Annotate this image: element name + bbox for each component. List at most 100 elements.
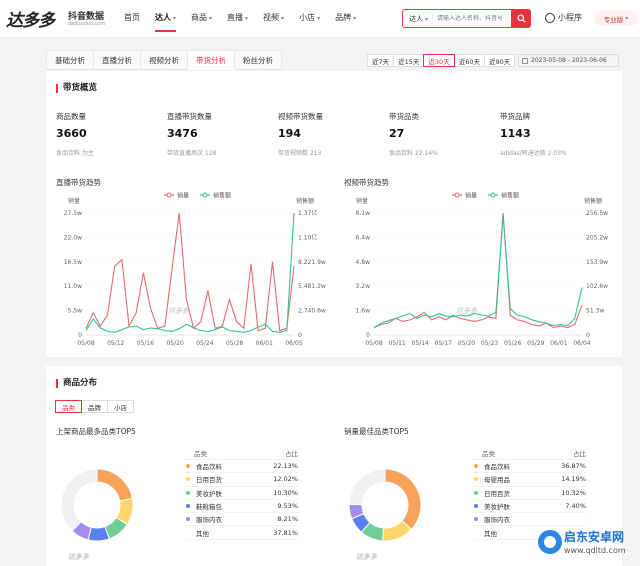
- overview-stat: 带货品类 27 食品饮料 22.14%: [389, 111, 499, 157]
- legend-dot-icon: [186, 504, 190, 509]
- y-tick-right: 8,221.9w: [298, 259, 326, 266]
- analysis-tab[interactable]: 粉丝分析: [235, 50, 282, 70]
- x-tick: 05/20: [458, 340, 475, 347]
- distribution-sub-tab[interactable]: 品牌: [81, 400, 108, 413]
- table-row[interactable]: 美妆护肤 7.40%: [474, 500, 586, 514]
- stat-label: 带货品牌: [500, 112, 530, 121]
- stat-sub: 食品饮料 为主: [56, 150, 94, 157]
- stat-value: 3476: [167, 127, 198, 140]
- y-tick-left: 5.5w: [68, 308, 83, 315]
- sales-category-donut: [348, 468, 422, 542]
- y-tick-left: 0: [366, 332, 370, 339]
- nav-item[interactable]: 视频 ▾: [263, 12, 284, 23]
- analysis-tab[interactable]: 基础分析: [46, 50, 94, 70]
- y-axis-label-right: 销售额: [296, 197, 314, 205]
- share-value: 10.32%: [561, 488, 586, 497]
- nav-item-label: 视频: [263, 13, 280, 22]
- table-row[interactable]: 日用百货 10.32%: [474, 487, 586, 500]
- x-tick: 05/16: [137, 340, 154, 347]
- category-label: 其他: [196, 529, 209, 538]
- nav-item[interactable]: 直播 ▾: [227, 12, 248, 23]
- category-label: 美妆护肤: [484, 503, 510, 512]
- range-button[interactable]: 近15天: [393, 54, 425, 67]
- range-button[interactable]: 近30天: [423, 54, 455, 67]
- category-cell: 食品饮料: [186, 461, 266, 471]
- donut-slice[interactable]: [60, 468, 98, 532]
- range-button[interactable]: 近60天: [453, 54, 485, 67]
- overview-title: 带货概览: [56, 84, 97, 93]
- chart-legend: 销量 销售额: [452, 192, 519, 200]
- table-row[interactable]: 日用百货 12.02%: [186, 473, 298, 487]
- chart-legend: 销量 销售额: [164, 192, 231, 200]
- legend-label: 销量: [177, 192, 189, 200]
- table-row[interactable]: 美妆护肤 10.30%: [186, 487, 298, 500]
- nav-item[interactable]: 商品 ▾: [191, 12, 212, 23]
- donut-slice[interactable]: [348, 468, 386, 506]
- category-label: 母婴用品: [484, 476, 510, 485]
- y-axis-label-left: 销量: [356, 197, 368, 205]
- nav-item[interactable]: 小店 ▾: [299, 12, 320, 23]
- table-row[interactable]: 服饰内衣 8.21%: [186, 513, 298, 527]
- x-tick: 05/26: [504, 340, 521, 347]
- x-tick: 05/20: [166, 340, 183, 347]
- analysis-tab[interactable]: 视频分析: [141, 50, 188, 70]
- range-button[interactable]: 近7天: [367, 54, 395, 67]
- search-button[interactable]: [511, 9, 531, 28]
- distribution-sub-tab[interactable]: 品类: [55, 400, 82, 413]
- overview-stat: 带货品牌 1143 adidas/阿迪达斯 2.03%: [500, 111, 610, 157]
- category-label: 鞋靴箱包: [196, 503, 222, 512]
- nav-item[interactable]: 首页: [124, 12, 140, 23]
- top-nav-bar: 达多多 抖音数据 daduoduo.com 首页 达人 ▾ 商品 ▾ 直播 ▾ 视频 ▾ 小店 ▾ 品…: [0, 0, 640, 38]
- table-row[interactable]: 母婴用品 14.19%: [474, 473, 586, 487]
- range-button[interactable]: 近90天: [483, 54, 516, 67]
- nav-item[interactable]: 达人 ▾: [155, 12, 177, 32]
- listed-category-donut: [60, 468, 134, 542]
- analysis-tab[interactable]: 带货分析: [188, 50, 235, 70]
- analysis-tab[interactable]: 直播分析: [94, 50, 141, 70]
- overview-stat: 商品数量 3660 食品饮料 为主: [56, 111, 166, 157]
- y-tick-left: 1.6w: [356, 308, 371, 315]
- chevron-down-icon: ▾: [173, 15, 177, 22]
- category-label: 服饰内衣: [196, 516, 222, 525]
- share-value: 36.87%: [561, 462, 586, 471]
- legend-label: 销售额: [501, 192, 519, 200]
- live-trend-title: 直播带货趋势: [56, 178, 101, 187]
- chart-watermark: 达多多: [356, 553, 377, 561]
- pro-badge-label: 专业版: [603, 15, 624, 24]
- overview-panel: 带货概览 商品数量 3660 食品饮料 为主 直播带货数量 3476 带货直播场次 128…: [46, 71, 622, 357]
- y-tick-right: 51.3w: [586, 308, 604, 315]
- listed-category-table: 品类 占比 食品饮料 22.13% 日用百货 12.02% 美妆护肤 10.30% 鞋靴箱包 9.…: [186, 446, 298, 540]
- table-row[interactable]: 其他 37.81%: [186, 526, 298, 540]
- table-row[interactable]: 食品饮料 36.87%: [474, 460, 586, 474]
- donut-slice[interactable]: [96, 468, 134, 502]
- category-label: 日用百货: [484, 489, 510, 498]
- share-value: 14.19%: [561, 475, 586, 484]
- nav-item-label: 小店: [299, 13, 316, 22]
- legend-label: 销量: [465, 192, 477, 200]
- date-range-picker[interactable]: 2023-05-08 - 2023-06-06: [518, 54, 619, 67]
- table-row[interactable]: 鞋靴箱包 9.53%: [186, 500, 298, 514]
- stat-sub: 食品饮料 22.14%: [389, 150, 438, 157]
- chart-watermark: 达多多: [168, 306, 190, 315]
- nav-item-label: 商品: [191, 13, 208, 22]
- calendar-icon: [522, 57, 528, 64]
- pro-version-badge[interactable]: 专业版 ▾: [594, 11, 638, 26]
- distribution-sub-tab[interactable]: 小店: [107, 400, 134, 413]
- x-tick: 05/11: [388, 340, 405, 347]
- logo-text: 达多多: [6, 11, 55, 31]
- table-row[interactable]: 食品饮料 22.13%: [186, 460, 298, 474]
- overview-stat: 视频带货数量 194 带货视频数 213: [278, 111, 388, 157]
- search-input[interactable]: [433, 15, 513, 22]
- legend-dot-icon: [186, 490, 190, 495]
- y-tick-right: 205.2w: [586, 234, 608, 241]
- nav-item[interactable]: 品牌 ▾: [335, 12, 356, 23]
- share-value: 10.30%: [273, 488, 298, 497]
- donut-slice[interactable]: [384, 468, 422, 531]
- search-type-select[interactable]: 达人 ▾: [403, 13, 434, 24]
- y-tick-right: 1.10亿: [298, 233, 317, 241]
- y-tick-right: 153.9w: [586, 259, 608, 266]
- site-logo[interactable]: 达多多 抖音数据 daduoduo.com: [6, 6, 105, 31]
- y-tick-left: 22.0w: [64, 234, 82, 241]
- mini-program-link[interactable]: 小程序: [545, 12, 582, 23]
- category-label: 日用百货: [196, 476, 222, 485]
